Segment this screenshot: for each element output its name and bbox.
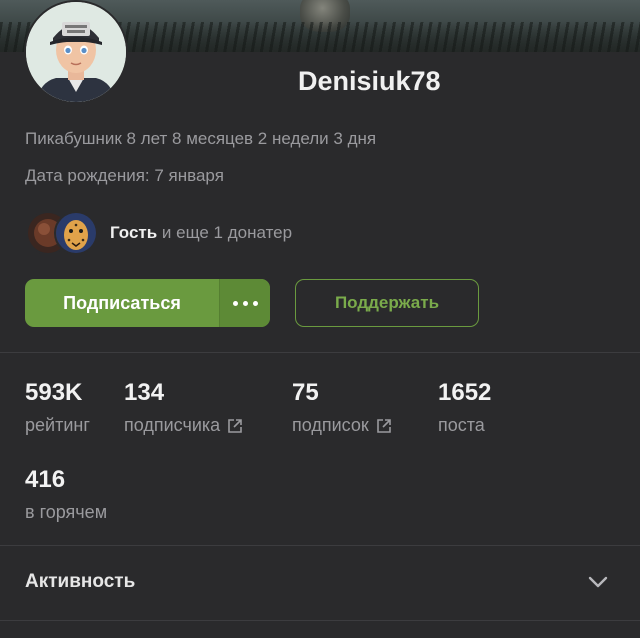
external-link-icon — [376, 418, 391, 433]
stat-value: 1652 — [438, 379, 492, 406]
donors-text: Гость и еще 1 донатер — [110, 223, 292, 243]
stat-rating: 593K рейтинг — [25, 379, 90, 436]
activity-title: Активность — [25, 571, 136, 592]
activity-section-toggle[interactable]: Активность — [0, 546, 640, 618]
stat-label-row: подписок — [292, 415, 393, 436]
stat-value: 416 — [25, 466, 66, 493]
stat-label: поста — [438, 415, 485, 435]
more-button[interactable] — [219, 279, 270, 327]
stat-hot: 416 в горячем — [25, 466, 107, 523]
external-link-icon — [228, 418, 242, 433]
avatar[interactable] — [24, 0, 128, 104]
divider — [0, 620, 640, 621]
subscribe-button-group: Подписаться — [25, 279, 270, 327]
support-button[interactable]: Поддержать — [295, 279, 479, 327]
stat-value: 134 — [124, 379, 165, 406]
username: Denisiuk78 — [298, 66, 441, 96]
member-since: Пикабушник 8 лет 8 месяцев 2 недели 3 дн… — [25, 129, 377, 148]
stat-subscriptions[interactable]: 75 подписок — [292, 379, 393, 436]
stat-label: подписок — [292, 415, 369, 435]
stat-label: рейтинг — [25, 415, 90, 435]
avatar-image — [26, 2, 126, 102]
donors-rest: и еще 1 донатер — [157, 223, 293, 242]
donors-row[interactable]: Гость и еще 1 донатер — [26, 211, 292, 255]
more-dots-icon — [230, 300, 260, 306]
stat-label: подписчика — [124, 415, 221, 435]
stat-subscribers[interactable]: 134 подписчика — [124, 379, 244, 436]
stat-posts: 1652 поста — [438, 379, 491, 436]
donor-avatar-cheetah — [54, 211, 98, 255]
stat-label-row: подписчика — [124, 415, 244, 436]
stat-label: в горячем — [25, 502, 108, 522]
stat-value: 75 — [292, 379, 319, 406]
cheetah-image — [56, 213, 96, 253]
stat-value: 593K — [25, 379, 83, 406]
divider — [0, 352, 640, 353]
birthday: Дата рождения: 7 января — [25, 166, 224, 185]
chevron-down-icon — [588, 576, 608, 588]
donor-first-name: Гость — [110, 223, 158, 242]
subscribe-button[interactable]: Подписаться — [25, 279, 219, 327]
